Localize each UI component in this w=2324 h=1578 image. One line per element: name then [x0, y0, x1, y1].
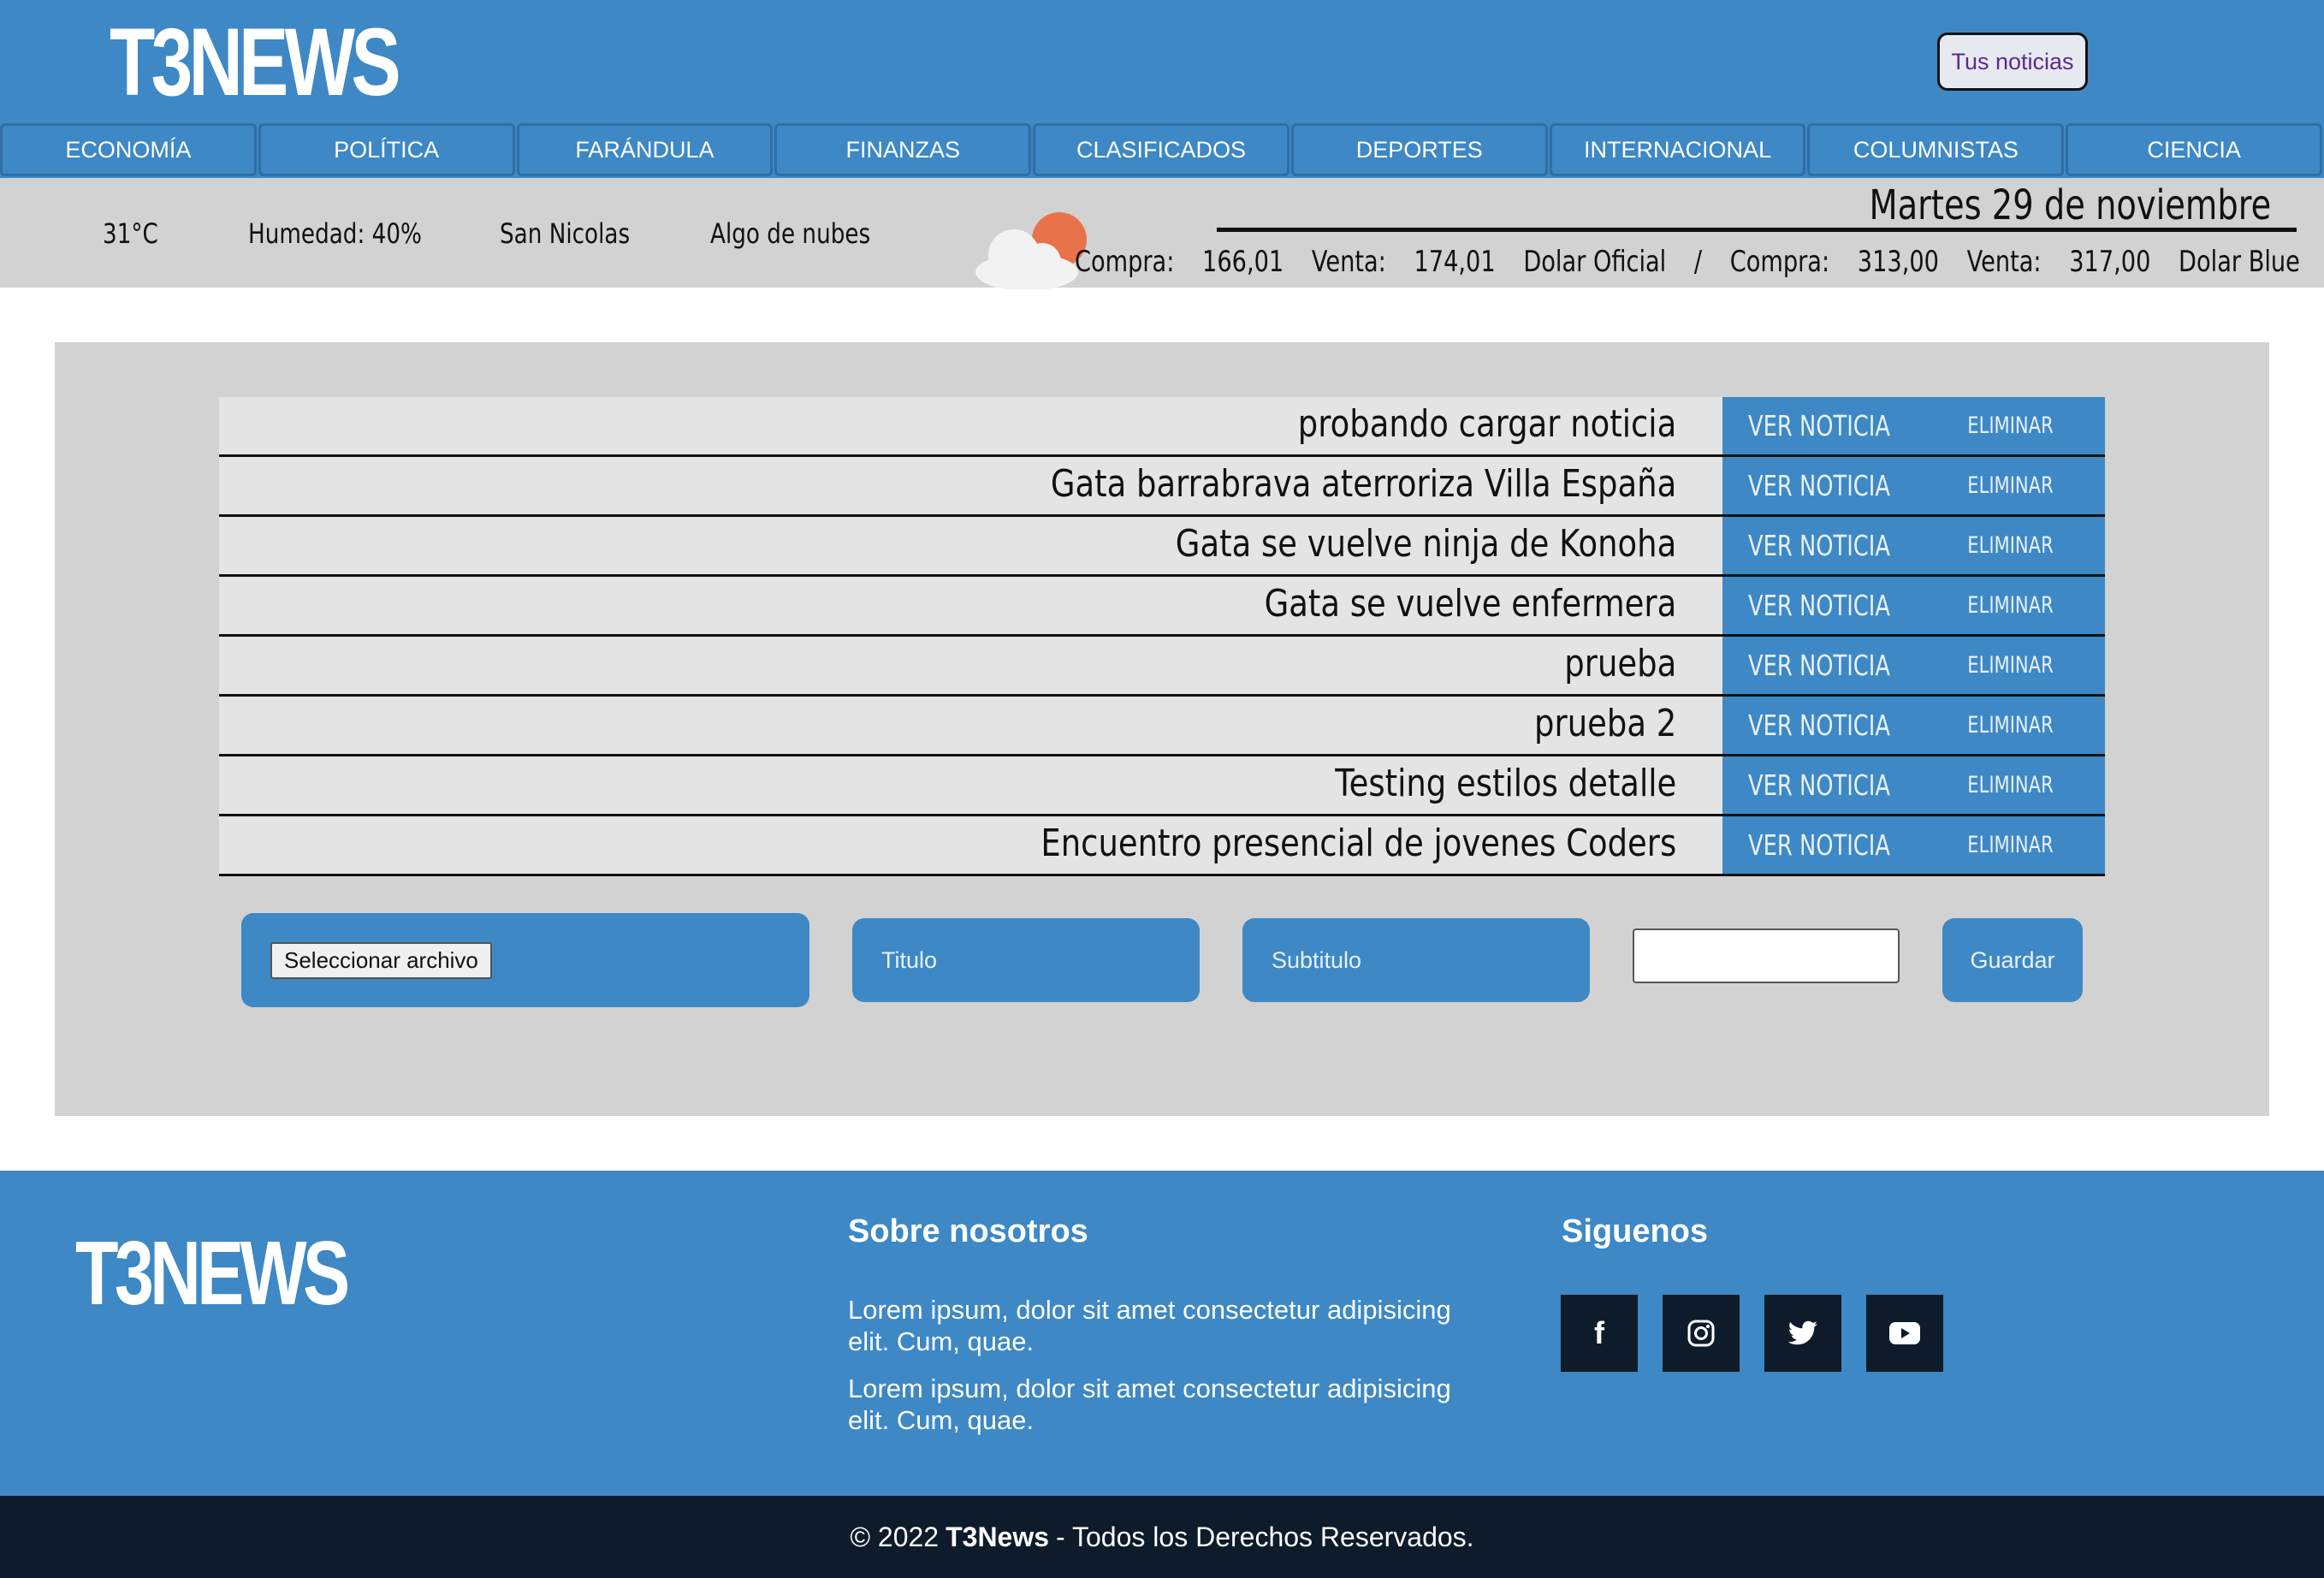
- about-heading: Sobre nosotros: [848, 1213, 1088, 1249]
- current-date: Martes 29 de noviembre: [1869, 181, 2271, 229]
- copyright-suffix: - Todos los Derechos Reservados.: [1056, 1521, 1474, 1552]
- copyright-bar: © 2022 T3News - Todos los Derechos Reser…: [0, 1496, 2324, 1578]
- humidity: Humedad: 40%: [248, 217, 422, 250]
- oficial-compra: 166,01: [1202, 245, 1284, 279]
- site-footer: T3NEWS Sobre nosotros Lorem ipsum, dolor…: [0, 1171, 2324, 1496]
- eliminar-button[interactable]: ELIMINAR: [1936, 652, 2084, 679]
- instagram-icon[interactable]: [1663, 1295, 1740, 1372]
- oficial-name: Dolar Oficial: [1523, 245, 1667, 279]
- news-row: Gata barrabrava aterroriza Villa España …: [219, 457, 2105, 517]
- news-row: Testing estilos detalle VER NOTICIA ELIM…: [219, 756, 2105, 816]
- news-actions: VER NOTICIA ELIMINAR: [1722, 397, 2105, 454]
- site-header: T3NEWS Tus noticias ECONOMÍA POLÍTICA FA…: [0, 0, 2324, 178]
- blue-venta-label: Venta:: [1966, 245, 2042, 279]
- copyright-brand: T3News: [946, 1521, 1050, 1552]
- news-row: Encuentro presencial de jovenes Coders V…: [219, 816, 2105, 876]
- blue-venta: 317,00: [2069, 245, 2151, 279]
- oficial-compra-label: Compra:: [1075, 245, 1175, 279]
- content-textarea[interactable]: [1633, 928, 1900, 983]
- oficial-venta-label: Venta:: [1311, 245, 1386, 279]
- oficial-venta: 174,01: [1414, 245, 1496, 279]
- news-row: Gata se vuelve enfermera VER NOTICIA ELI…: [219, 577, 2105, 637]
- news-actions: VER NOTICIA ELIMINAR: [1722, 697, 2105, 754]
- file-upload-box: Seleccionar archivo: [241, 913, 809, 1007]
- copyright-prefix: © 2022: [850, 1521, 940, 1552]
- news-title: prueba 2: [1534, 702, 1677, 745]
- nav-item-economia[interactable]: ECONOMÍA: [0, 123, 257, 176]
- tus-noticias-button[interactable]: Tus noticias: [1937, 33, 2088, 91]
- titulo-input[interactable]: Titulo: [852, 918, 1200, 1002]
- site-logo[interactable]: T3NEWS: [110, 7, 401, 117]
- news-row: Gata se vuelve ninja de Konoha VER NOTIC…: [219, 517, 2105, 577]
- ver-noticia-button[interactable]: VER NOTICIA: [1744, 589, 1894, 622]
- news-title: Gata se vuelve ninja de Konoha: [1175, 522, 1677, 566]
- nav-item-deportes[interactable]: DEPORTES: [1290, 123, 1548, 176]
- eliminar-button[interactable]: ELIMINAR: [1936, 772, 2084, 798]
- news-title: prueba: [1564, 642, 1677, 685]
- youtube-icon[interactable]: [1866, 1295, 1943, 1372]
- news-actions: VER NOTICIA ELIMINAR: [1722, 517, 2105, 574]
- about-paragraph: Lorem ipsum, dolor sit amet consectetur …: [848, 1295, 1451, 1356]
- blue-name: Dolar Blue: [2179, 245, 2300, 279]
- footer-logo[interactable]: T3NEWS: [75, 1222, 350, 1326]
- temperature: 31°C: [103, 217, 158, 250]
- ver-noticia-button[interactable]: VER NOTICIA: [1744, 649, 1894, 682]
- news-actions: VER NOTICIA ELIMINAR: [1722, 816, 2105, 874]
- date-divider: [1217, 228, 2297, 232]
- nav-item-politica[interactable]: POLÍTICA: [258, 123, 515, 176]
- news-title: Encuentro presencial de jovenes Coders: [1040, 822, 1677, 865]
- eliminar-button[interactable]: ELIMINAR: [1936, 712, 2084, 739]
- ver-noticia-button[interactable]: VER NOTICIA: [1744, 469, 1894, 502]
- admin-panel: probando cargar noticia VER NOTICIA ELIM…: [55, 342, 2269, 1116]
- seleccionar-archivo-button[interactable]: Seleccionar archivo: [270, 941, 492, 979]
- news-title: Gata se vuelve enfermera: [1264, 582, 1677, 626]
- eliminar-button[interactable]: ELIMINAR: [1936, 592, 2084, 619]
- eliminar-button[interactable]: ELIMINAR: [1936, 472, 2084, 499]
- news-row: prueba 2 VER NOTICIA ELIMINAR: [219, 697, 2105, 756]
- nav-item-clasificados[interactable]: CLASIFICADOS: [1033, 123, 1289, 176]
- news-row: prueba VER NOTICIA ELIMINAR: [219, 637, 2105, 697]
- eliminar-button[interactable]: ELIMINAR: [1936, 412, 2084, 439]
- social-heading: Siguenos: [1562, 1213, 1709, 1249]
- facebook-icon[interactable]: f: [1561, 1295, 1638, 1372]
- eliminar-button[interactable]: ELIMINAR: [1936, 532, 2084, 559]
- guardar-button[interactable]: Guardar: [1942, 918, 2083, 1002]
- eliminar-button[interactable]: ELIMINAR: [1936, 832, 2084, 858]
- news-title: Testing estilos detalle: [1335, 762, 1677, 805]
- ver-noticia-button[interactable]: VER NOTICIA: [1744, 409, 1894, 442]
- blue-compra: 313,00: [1857, 245, 1940, 279]
- subtitulo-input[interactable]: Subtitulo: [1242, 918, 1590, 1002]
- rates-separator: /: [1694, 245, 1703, 279]
- nav-item-columnistas[interactable]: COLUMNISTAS: [1807, 123, 2065, 176]
- nav-item-ciencia[interactable]: CIENCIA: [2066, 123, 2323, 176]
- weather-condition: Algo de nubes: [710, 217, 871, 250]
- nav-item-farandula[interactable]: FARÁNDULA: [516, 123, 774, 176]
- news-actions: VER NOTICIA ELIMINAR: [1722, 756, 2105, 814]
- about-paragraph: Lorem ipsum, dolor sit amet consectetur …: [848, 1373, 1451, 1435]
- city: San Nicolas: [500, 217, 631, 250]
- news-actions: VER NOTICIA ELIMINAR: [1722, 637, 2105, 694]
- news-title: Gata barrabrava aterroriza Villa España: [1050, 462, 1677, 506]
- news-title: probando cargar noticia: [1297, 402, 1677, 446]
- news-actions: VER NOTICIA ELIMINAR: [1722, 577, 2105, 634]
- ver-noticia-button[interactable]: VER NOTICIA: [1744, 529, 1894, 562]
- news-list: probando cargar noticia VER NOTICIA ELIM…: [219, 397, 2105, 876]
- nav-item-internacional[interactable]: INTERNACIONAL: [1549, 123, 1806, 176]
- news-row: probando cargar noticia VER NOTICIA ELIM…: [219, 397, 2105, 457]
- nav-item-finanzas[interactable]: FINANZAS: [774, 123, 1032, 176]
- ver-noticia-button[interactable]: VER NOTICIA: [1744, 709, 1894, 742]
- exchange-rates: Compra: 166,01 Venta: 174,01 Dolar Ofici…: [1054, 245, 2300, 279]
- ver-noticia-button[interactable]: VER NOTICIA: [1744, 768, 1894, 802]
- twitter-icon[interactable]: [1764, 1295, 1841, 1372]
- news-actions: VER NOTICIA ELIMINAR: [1722, 457, 2105, 514]
- main-nav: ECONOMÍA POLÍTICA FARÁNDULA FINANZAS CLA…: [0, 123, 2324, 176]
- blue-compra-label: Compra:: [1729, 245, 1830, 279]
- ver-noticia-button[interactable]: VER NOTICIA: [1744, 828, 1894, 862]
- weather-bar: 31°C Humedad: 40% San Nicolas Algo de nu…: [0, 178, 2324, 289]
